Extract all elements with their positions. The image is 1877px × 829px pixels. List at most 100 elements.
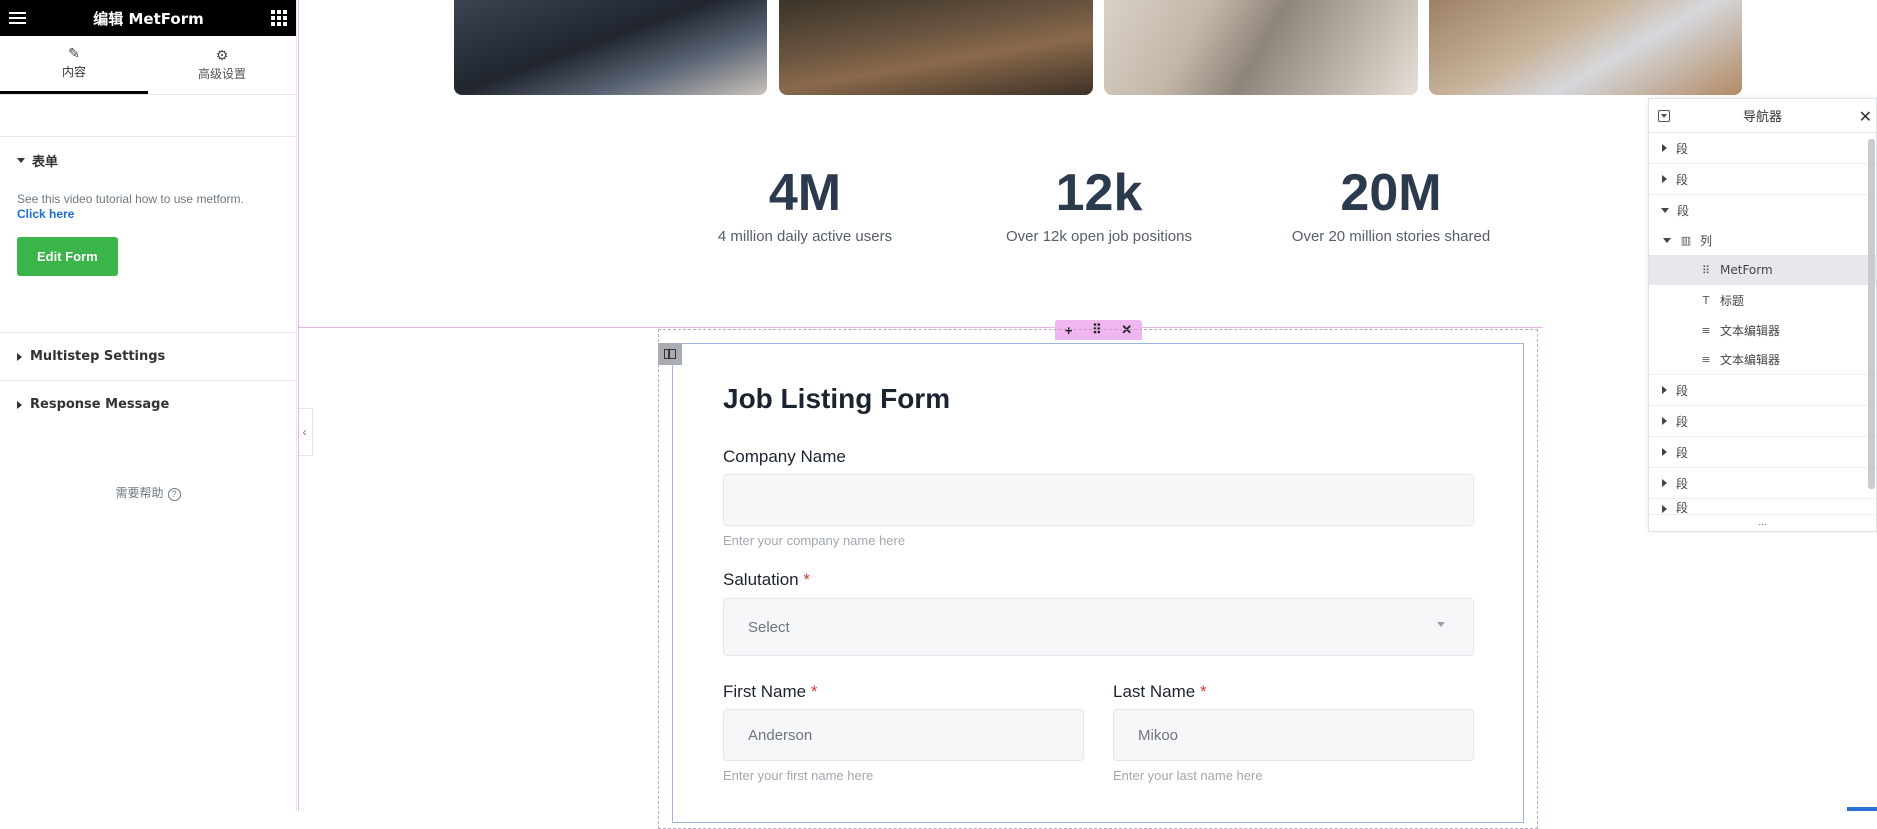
salutation-label-text: Salutation [723, 570, 799, 589]
editor-panel: 编辑 MetForm ✎ 内容 ⚙ 高级设置 表单 See this video… [0, 0, 297, 811]
company-name-help: Enter your company name here [723, 533, 905, 548]
stat-value: 12k [969, 165, 1229, 222]
tab-advanced-label: 高级设置 [198, 65, 246, 82]
caret-right-icon [1662, 448, 1667, 456]
gear-icon: ⚙ [216, 49, 229, 63]
text-align-icon: ≡ [1699, 324, 1713, 337]
first-name-input[interactable]: Anderson [723, 709, 1084, 761]
navigator-resize-handle[interactable]: ... [1649, 519, 1876, 531]
caret-right-icon [1662, 175, 1667, 183]
tutorial-text: See this video tutorial how to use metfo… [17, 192, 279, 207]
navigator-header[interactable]: 导航器 ✕ [1649, 99, 1876, 133]
stat-label: Over 20 million stories shared [1261, 228, 1521, 245]
stat-value: 4M [675, 165, 935, 222]
nav-item-section[interactable]: 段 [1649, 195, 1876, 225]
nav-item-section[interactable]: 段 [1649, 375, 1876, 406]
tutorial-link[interactable]: Click here [17, 207, 279, 222]
guide-line [298, 0, 299, 811]
column-icon [664, 349, 676, 359]
caret-right-icon [1662, 505, 1667, 513]
caret-right-icon [1662, 386, 1667, 394]
nav-item-metform[interactable]: ⠿MetForm [1649, 255, 1876, 285]
text-align-icon: ≡ [1699, 353, 1713, 366]
last-name-input[interactable]: Mikoo [1113, 709, 1474, 761]
stat-jobs: 12k Over 12k open job positions [969, 165, 1229, 245]
edit-form-button[interactable]: Edit Form [17, 237, 118, 276]
tab-advanced[interactable]: ⚙ 高级设置 [148, 36, 296, 94]
nav-item-column[interactable]: ▥列 [1649, 225, 1876, 255]
close-icon[interactable]: ✕ [1859, 107, 1872, 126]
nav-item-label: 段 [1676, 413, 1688, 430]
salutation-select[interactable]: Select [723, 598, 1474, 656]
salutation-label: Salutation * [723, 570, 810, 590]
tab-content[interactable]: ✎ 内容 [0, 36, 148, 94]
collapse-all-icon[interactable] [1658, 110, 1670, 122]
last-name-label: Last Name * [1113, 682, 1207, 702]
widgets-grid-icon[interactable] [271, 10, 287, 26]
nav-item-label: 段 [1676, 140, 1688, 157]
section-form-header[interactable]: 表单 [0, 137, 296, 184]
stat-value: 20M [1261, 165, 1521, 222]
nav-item-label: 段 [1676, 171, 1688, 188]
navigator-scrollbar[interactable] [1868, 139, 1875, 489]
section-multistep-title: Multistep Settings [30, 349, 165, 364]
panel-spacer [0, 95, 296, 137]
nav-item-section[interactable]: 段 [1649, 468, 1876, 499]
question-icon: ? [168, 488, 181, 501]
nav-item-text-editor[interactable]: ≡ 文本编辑器 [1649, 345, 1876, 375]
chevron-down-icon [1437, 622, 1445, 627]
nav-item-label: 段 [1677, 202, 1689, 219]
first-name-help: Enter your first name here [723, 768, 873, 783]
form-title: Job Listing Form [723, 383, 950, 415]
nav-item-label: 列 [1700, 232, 1712, 249]
nav-item-label: 段 [1676, 499, 1688, 515]
panel-title: 编辑 MetForm [93, 8, 203, 29]
stat-stories: 20M Over 20 million stories shared [1261, 165, 1521, 245]
nav-item-section[interactable]: 段 [1649, 437, 1876, 468]
panel-header: 编辑 MetForm [0, 0, 296, 36]
nav-item-label: 段 [1676, 475, 1688, 492]
caret-right-icon [1662, 479, 1667, 487]
column-handle[interactable] [658, 343, 682, 365]
last-name-help: Enter your last name here [1113, 768, 1263, 783]
nav-item-heading[interactable]: T 标题 [1649, 285, 1876, 315]
first-name-label-text: First Name [723, 682, 806, 701]
stat-label: 4 million daily active users [675, 228, 935, 245]
caret-right-icon [17, 353, 22, 361]
caret-down-icon [17, 158, 25, 163]
nav-item-section[interactable]: 段 [1649, 164, 1876, 195]
nav-item-label: 段 [1676, 444, 1688, 461]
navigator-title: 导航器 [1743, 106, 1782, 125]
last-name-label-text: Last Name [1113, 682, 1195, 701]
nav-item-section[interactable]: 段 [1649, 133, 1876, 164]
photo-people [454, 0, 767, 95]
navigator-panel: 导航器 ✕ 段 段 段 ▥列 ⠿MetForm T标题 ≡文本编辑器 ≡文本编辑… [1648, 98, 1877, 532]
first-name-label: First Name * [723, 682, 817, 702]
tab-content-label: 内容 [62, 63, 86, 80]
grid-icon: ⠿ [1699, 264, 1713, 277]
preview-canvas: 4M 4 million daily active users 12k Over… [298, 0, 1877, 811]
photo-cafe [779, 0, 1093, 95]
section-form: 表单 See this video tutorial how to use me… [0, 137, 296, 333]
column-icon: ▥ [1679, 234, 1693, 247]
company-name-label: Company Name [723, 447, 846, 467]
section-response-header[interactable]: Response Message [0, 381, 296, 428]
section-multistep-header[interactable]: Multistep Settings [0, 333, 296, 380]
caret-down-icon [1661, 208, 1669, 213]
section-boundary [298, 327, 1543, 328]
nav-item-label: 标题 [1720, 292, 1744, 309]
nav-item-label: 文本编辑器 [1720, 351, 1780, 368]
nav-item-text-editor[interactable]: ≡文本编辑器 [1649, 315, 1876, 345]
nav-item-section[interactable]: 段 [1649, 499, 1876, 515]
required-mark: * [803, 570, 810, 589]
caret-down-icon [1663, 238, 1671, 243]
caret-right-icon [17, 401, 22, 409]
menu-icon[interactable] [9, 9, 26, 27]
company-name-input[interactable] [723, 474, 1474, 526]
help-link[interactable]: 需要帮助? [0, 484, 296, 501]
salutation-value: Select [748, 619, 790, 636]
photo-woman [1104, 0, 1418, 95]
heading-icon: T [1699, 294, 1713, 307]
section-response-title: Response Message [30, 397, 169, 412]
nav-item-section[interactable]: 段 [1649, 406, 1876, 437]
